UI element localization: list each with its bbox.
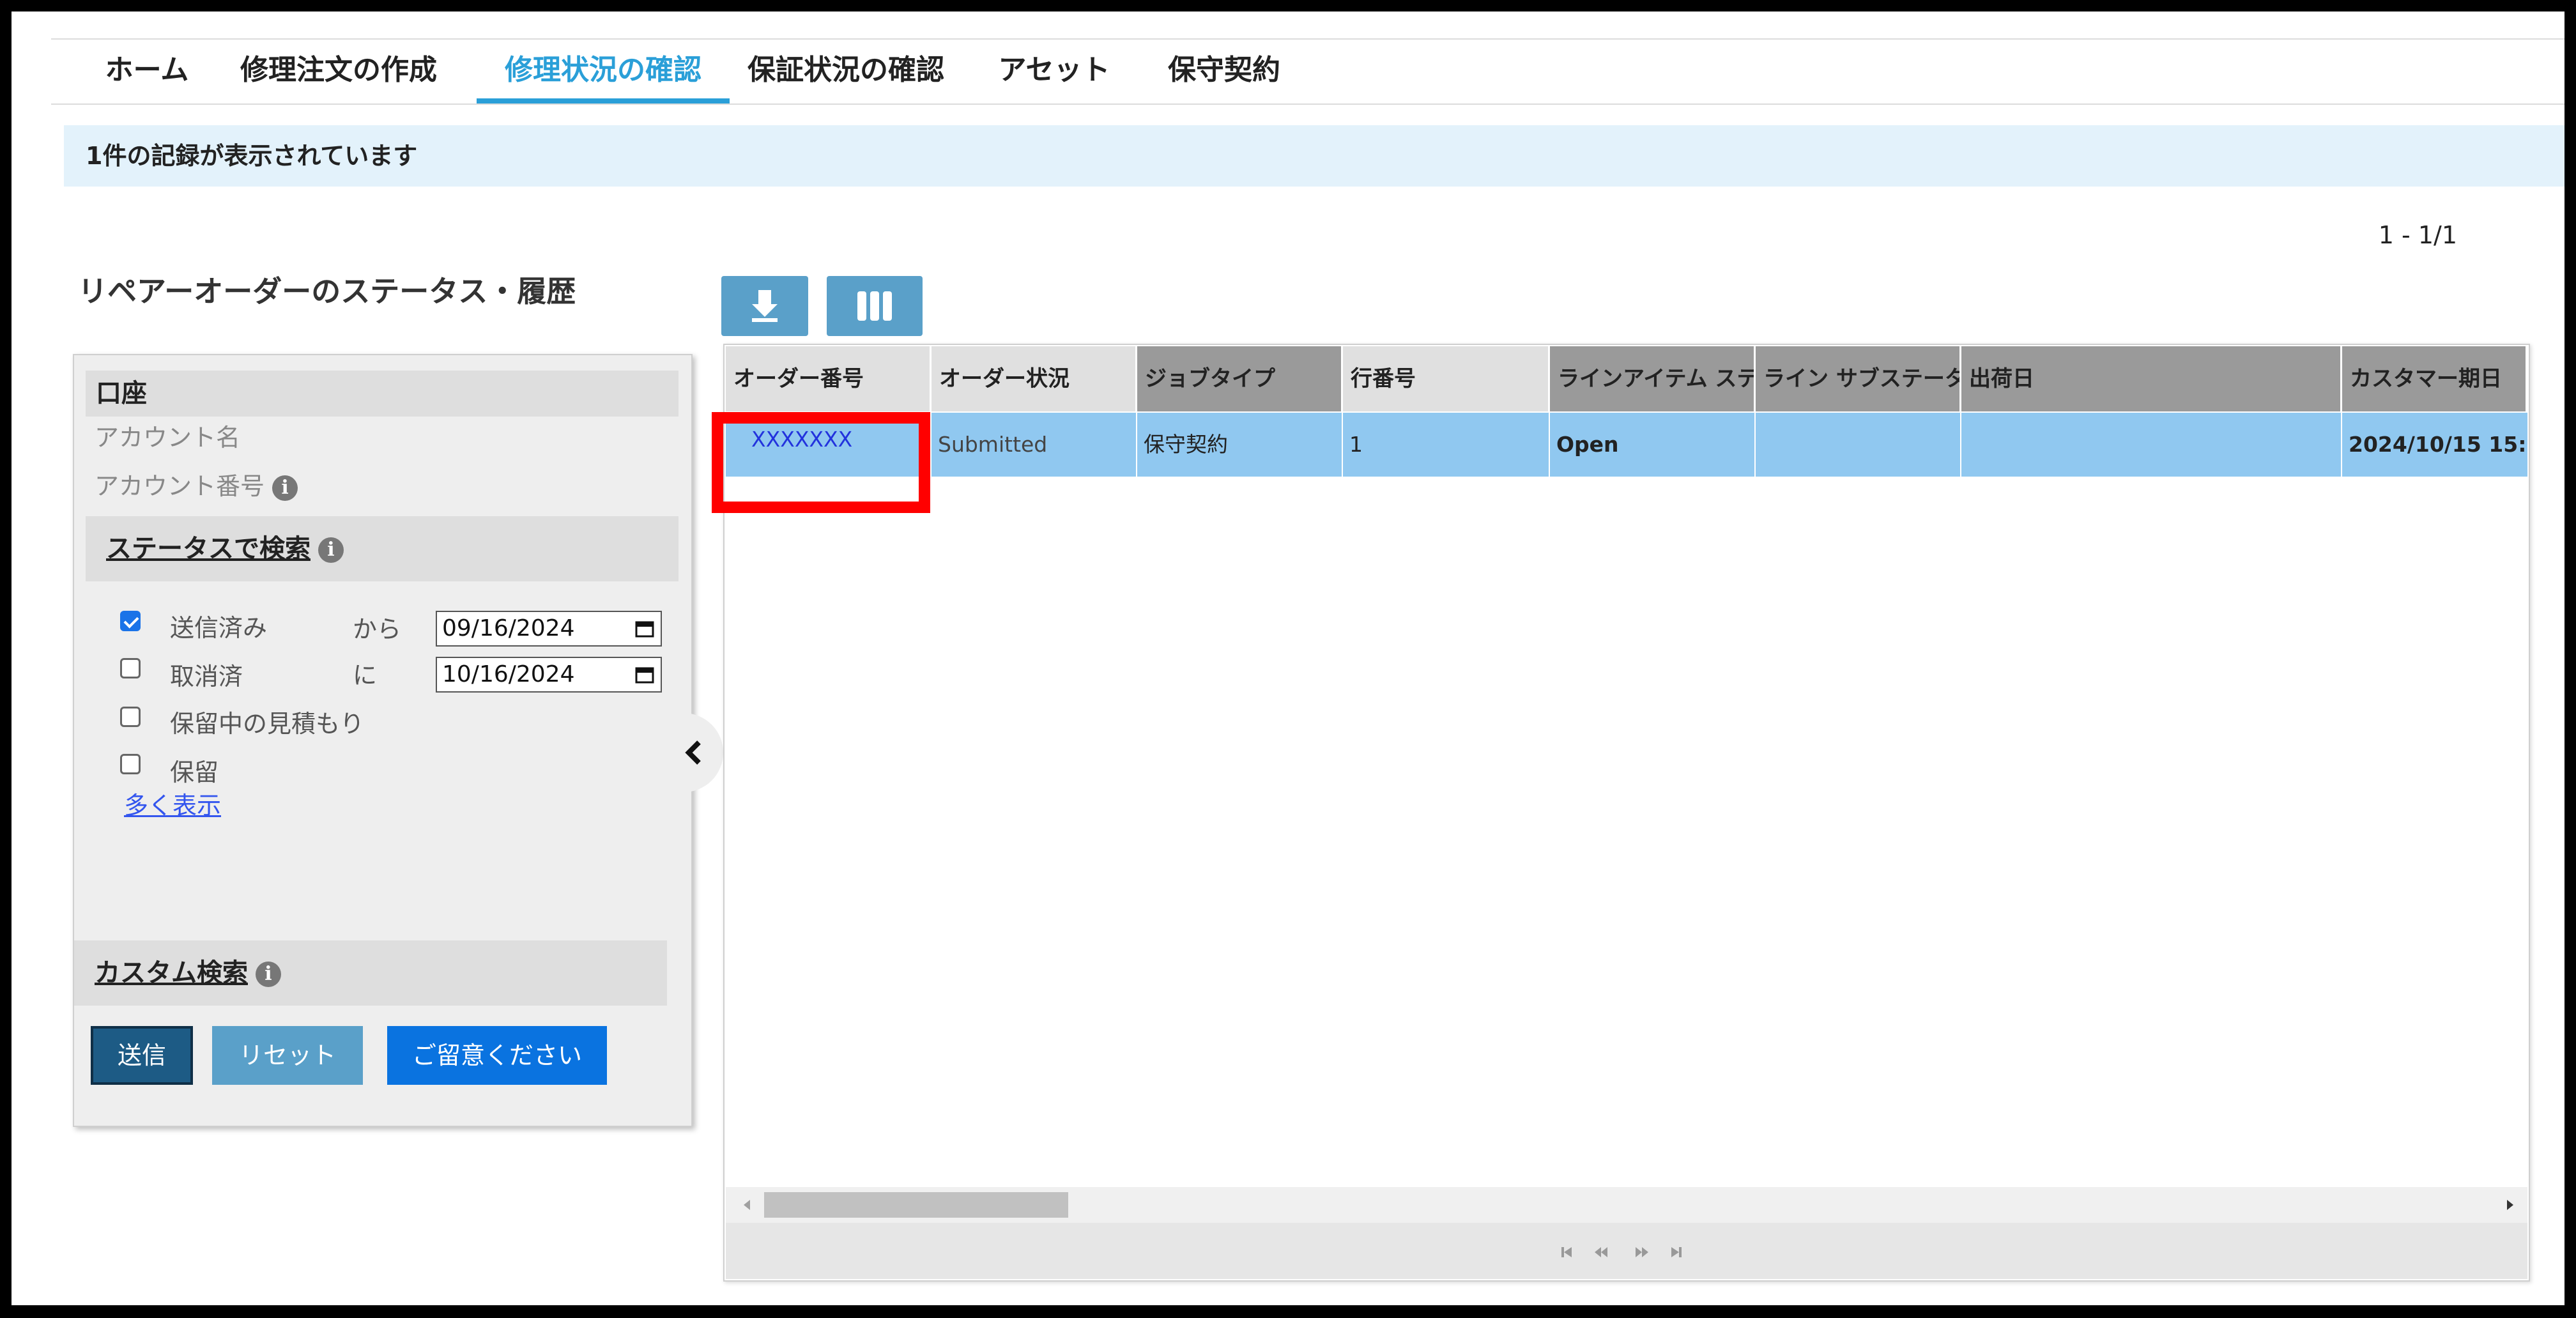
- status-cancelled-label: 取消済: [170, 663, 243, 691]
- info-icon[interactable]: i: [272, 475, 298, 501]
- status-search-label[interactable]: ステータスで検索: [106, 534, 310, 563]
- chevron-left-icon: [685, 740, 701, 765]
- from-date-value: 09/16/2024: [442, 615, 575, 641]
- status-pending-quote-checkbox[interactable]: [120, 707, 141, 727]
- calendar-icon[interactable]: [635, 666, 654, 684]
- to-label: に: [353, 661, 378, 689]
- to-date-value: 10/16/2024: [442, 661, 575, 687]
- status-hold-label: 保留: [170, 758, 219, 786]
- columns-icon: [857, 291, 892, 321]
- col-header-order-status[interactable]: オーダー状況: [931, 346, 1137, 411]
- previous-page-icon[interactable]: [1595, 1247, 1607, 1257]
- tab-home[interactable]: ホーム: [102, 40, 192, 103]
- account-number-text: アカウント番号: [95, 472, 265, 500]
- show-more-link[interactable]: 多く表示: [124, 786, 221, 821]
- col-header-customer-due-date[interactable]: カスタマー期日: [2342, 346, 2527, 411]
- scrollbar-thumb[interactable]: [764, 1192, 1068, 1218]
- filter-panel: 口座 アカウント名 アカウント番号 i ステータスで検索 i 送信済み 取消済 保留…: [73, 354, 693, 1127]
- download-icon: [752, 290, 778, 322]
- to-date-input[interactable]: 10/16/2024: [436, 657, 662, 693]
- column-chooser-button[interactable]: [827, 276, 923, 336]
- account-section-label: 口座: [96, 379, 147, 408]
- reset-button[interactable]: リセット: [212, 1026, 363, 1085]
- grid-pager: [726, 1223, 2527, 1279]
- tab-repair-status[interactable]: 修理状況の確認: [477, 40, 730, 103]
- from-label: から: [353, 615, 402, 643]
- account-name-label: アカウント名: [95, 424, 241, 452]
- status-cancelled-checkbox[interactable]: [120, 658, 141, 678]
- horizontal-scrollbar[interactable]: [726, 1187, 2527, 1223]
- first-page-icon[interactable]: [1561, 1247, 1572, 1257]
- custom-search-label[interactable]: カスタム検索: [95, 958, 248, 988]
- submit-button[interactable]: 送信: [91, 1026, 193, 1085]
- record-count-banner: 1件の記録が表示されています: [64, 125, 2564, 187]
- download-button[interactable]: [721, 276, 808, 336]
- from-date-input[interactable]: 09/16/2024: [436, 611, 662, 647]
- col-header-line-number[interactable]: 行番号: [1343, 346, 1550, 411]
- info-icon[interactable]: i: [256, 962, 281, 987]
- line-substatus-cell: [1756, 413, 1961, 477]
- col-header-line-item-status[interactable]: ラインアイテム ステ: [1550, 346, 1756, 411]
- tab-maintenance-contract[interactable]: 保守契約: [1167, 40, 1282, 103]
- status-pending-quote-label: 保留中の見積もり: [170, 710, 365, 738]
- status-hold-checkbox[interactable]: [120, 754, 141, 774]
- ship-date-cell: [1961, 413, 2342, 477]
- account-number-label: アカウント番号 i: [95, 466, 298, 502]
- custom-search-header[interactable]: カスタム検索 i: [74, 940, 667, 1006]
- tab-assets[interactable]: アセット: [997, 40, 1112, 103]
- collapse-panel-toggle[interactable]: [666, 713, 723, 792]
- tab-warranty-status[interactable]: 保証状況の確認: [744, 40, 948, 103]
- scroll-left-arrow-icon[interactable]: [735, 1187, 760, 1223]
- account-section-header: 口座: [86, 371, 678, 417]
- last-page-icon[interactable]: [1671, 1247, 1682, 1257]
- pagination-range: 1 - 1/1: [2378, 221, 2457, 249]
- notice-button[interactable]: ご留意ください: [387, 1026, 607, 1085]
- status-submitted-checkbox[interactable]: [120, 611, 141, 631]
- calendar-icon[interactable]: [635, 620, 654, 638]
- orders-grid: オーダー番号 オーダー状況 ジョブタイプ 行番号 ラインアイテム ステ ライン …: [723, 344, 2530, 1282]
- col-header-order-number[interactable]: オーダー番号: [726, 346, 931, 411]
- order-status-cell: Submitted: [931, 413, 1137, 477]
- table-row[interactable]: XXXXXXX Submitted 保守契約 1 Open 2024/10/15…: [726, 413, 2527, 477]
- scroll-right-arrow-icon[interactable]: [2497, 1187, 2522, 1223]
- line-number-cell: 1: [1343, 413, 1550, 477]
- job-type-cell: 保守契約: [1137, 413, 1343, 477]
- info-icon[interactable]: i: [318, 537, 344, 563]
- status-submitted-label: 送信済み: [170, 614, 268, 642]
- line-item-status-cell: Open: [1550, 413, 1756, 477]
- col-header-line-substatus[interactable]: ライン サブステータ: [1756, 346, 1961, 411]
- main-nav: ホーム 修理注文の作成 修理状況の確認 保証状況の確認 アセット 保守契約: [51, 38, 2564, 105]
- customer-due-date-cell: 2024/10/15 15:0: [2349, 432, 2527, 457]
- next-page-icon[interactable]: [1636, 1247, 1648, 1257]
- tab-create-repair-order[interactable]: 修理注文の作成: [236, 40, 441, 103]
- col-header-ship-date[interactable]: 出荷日: [1961, 346, 2342, 411]
- highlight-box: [712, 412, 930, 513]
- page-title: リペアーオーダーのステータス・履歴: [78, 274, 576, 309]
- status-search-header[interactable]: ステータスで検索 i: [86, 516, 678, 581]
- app-window: ホーム 修理注文の作成 修理状況の確認 保証状況の確認 アセット 保守契約 1件…: [12, 11, 2564, 1305]
- pager-controls: [1561, 1247, 1682, 1257]
- col-header-job-type[interactable]: ジョブタイプ: [1137, 346, 1343, 411]
